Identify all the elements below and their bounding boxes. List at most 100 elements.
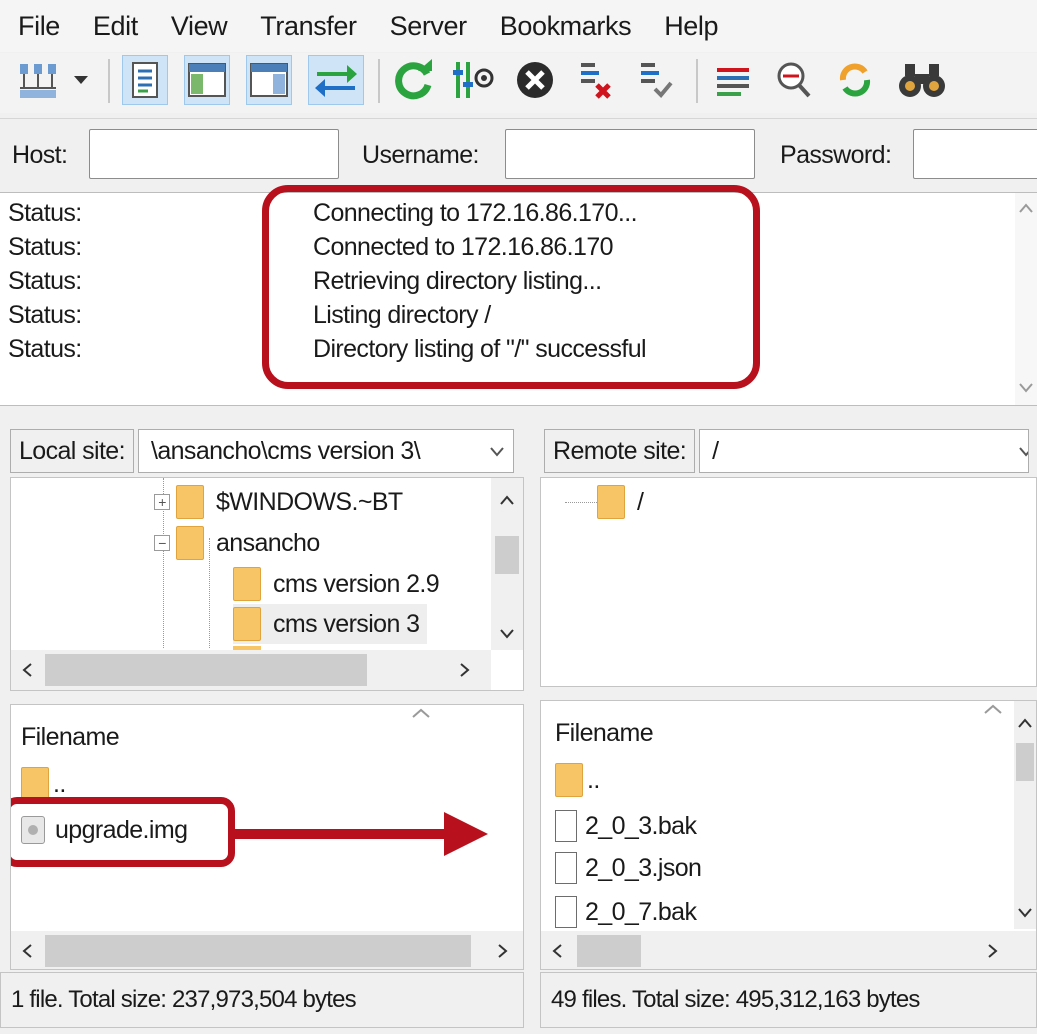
local-status: 1 file. Total size: 237,973,504 bytes (0, 972, 524, 1028)
username-input[interactable] (505, 129, 755, 179)
list-item[interactable]: .. (555, 759, 600, 801)
refresh-icon (395, 59, 432, 100)
file-name: 2_0_7.bak (585, 897, 697, 926)
menu-file[interactable]: File (18, 11, 60, 42)
tree-item-label: ansancho (216, 528, 320, 557)
menu-transfer[interactable]: Transfer (260, 11, 357, 42)
find-binoculars-icon (899, 64, 945, 97)
scroll-down-icon (500, 629, 514, 639)
directory-filter-button[interactable] (710, 55, 756, 105)
list-item[interactable]: 2_0_7.bak (555, 891, 697, 933)
search-files-button[interactable] (770, 55, 816, 105)
site-manager-dropdown[interactable] (66, 55, 96, 105)
host-label: Host: (12, 141, 68, 169)
toggle-local-tree-button[interactable] (184, 55, 230, 105)
expand-icon[interactable]: + (154, 494, 170, 510)
host-input[interactable] (89, 129, 339, 179)
menu-edit[interactable]: Edit (93, 11, 138, 42)
local-tree-hscrollbar[interactable] (11, 650, 491, 690)
tree-item-cms-version-3[interactable]: cms version 3 (233, 604, 428, 644)
filename-column-header[interactable]: Filename (21, 723, 120, 752)
local-path-combobox[interactable]: \ansancho\cms version 3\ (137, 429, 514, 473)
local-directory-tree: + $WINDOWS.~BT − ansancho cms version 2.… (10, 477, 524, 691)
folder-icon (233, 607, 261, 641)
remote-path-value: / (712, 436, 719, 465)
local-tree-vscrollbar[interactable] (491, 478, 523, 650)
scroll-up-icon (1018, 718, 1032, 728)
file-name: .. (53, 769, 66, 798)
scroll-left-icon (22, 944, 32, 958)
file-name: .. (587, 765, 600, 794)
scroll-down-icon (1018, 908, 1032, 918)
toggle-message-log-button[interactable] (122, 55, 168, 105)
tree-item-ansancho[interactable]: − ansancho (154, 523, 320, 563)
menu-view[interactable]: View (171, 11, 228, 42)
cancel-button[interactable] (512, 55, 558, 105)
tree-item-label: $WINDOWS.~BT (216, 487, 403, 516)
menu-help[interactable]: Help (664, 11, 718, 42)
folder-icon (233, 567, 261, 601)
file-name: 2_0_3.json (585, 853, 702, 882)
drag-direction-arrow-icon (232, 812, 488, 856)
username-label: Username: (362, 141, 479, 169)
log-scrollbar[interactable] (1015, 193, 1037, 405)
toggle-transfer-queue-button[interactable] (308, 55, 364, 105)
log-highlight-annotation (262, 185, 760, 389)
chevron-down-icon (1019, 447, 1029, 457)
site-manager-button[interactable] (12, 55, 64, 105)
menu-bookmarks[interactable]: Bookmarks (500, 11, 632, 42)
scroll-right-icon (498, 944, 508, 958)
menu-bar: File Edit View Transfer Server Bookmarks… (0, 0, 1037, 52)
tree-item-root[interactable]: / (597, 482, 644, 522)
list-item[interactable]: 2_0_3.bak (555, 805, 697, 847)
local-tree-toggle-icon (188, 63, 226, 97)
local-path-value: \ansancho\cms version 3\ (150, 436, 421, 465)
filename-column-header[interactable]: Filename (555, 719, 654, 748)
toggle-remote-tree-button[interactable] (246, 55, 292, 105)
scroll-thumb[interactable] (495, 536, 519, 574)
local-list-hscrollbar[interactable] (11, 931, 523, 969)
remote-list-hscrollbar[interactable] (541, 931, 1036, 969)
scroll-thumb[interactable] (1016, 743, 1034, 781)
chevron-down-icon (490, 447, 504, 457)
directory-filter-icon (717, 68, 749, 96)
remote-status: 49 files. Total size: 495,312,163 bytes (540, 972, 1037, 1028)
remote-list-vscrollbar[interactable] (1014, 701, 1036, 929)
dropdown-arrow-icon (74, 76, 88, 84)
local-site-bar: Local site: \ansancho\cms version 3\ (10, 425, 524, 477)
file-icon (555, 852, 577, 884)
message-log: Status: Connecting to 172.16.86.170... S… (0, 185, 1037, 406)
file-icon (555, 810, 577, 842)
file-highlight-annotation (11, 797, 235, 867)
collapse-icon[interactable]: − (154, 535, 170, 551)
tree-item-windows-bt[interactable]: + $WINDOWS.~BT (154, 482, 403, 522)
list-item[interactable]: 2_0_3.json (555, 847, 702, 889)
remote-tree-toggle-icon (250, 63, 288, 97)
scroll-thumb[interactable] (45, 935, 471, 967)
sort-ascending-icon (984, 704, 1002, 714)
tree-item-label: cms version 3 (273, 609, 420, 638)
scroll-thumb[interactable] (45, 654, 367, 686)
disconnect-button[interactable] (572, 55, 618, 105)
tree-item-cms-version-2-9[interactable]: cms version 2.9 (233, 564, 440, 604)
remote-path-combobox[interactable]: / (699, 429, 1030, 473)
reconnect-button[interactable] (632, 55, 678, 105)
refresh-button[interactable] (390, 55, 436, 105)
sync-browsing-button[interactable] (832, 55, 878, 105)
find-button[interactable] (894, 55, 950, 105)
process-queue-button[interactable] (450, 55, 496, 105)
password-input[interactable] (913, 129, 1037, 179)
disconnect-icon (581, 63, 611, 99)
remote-directory-tree: / (540, 477, 1037, 687)
scroll-down-icon (1019, 383, 1033, 393)
message-log-toggle-icon (132, 62, 158, 98)
local-status-text: 1 file. Total size: 237,973,504 bytes (11, 986, 357, 1013)
tree-item-label: cms version 2.9 (273, 569, 440, 598)
scroll-left-icon (552, 944, 562, 958)
menu-server[interactable]: Server (390, 11, 468, 42)
remote-site-label: Remote site: (544, 429, 696, 473)
remote-site-bar: Remote site: / (544, 425, 1037, 477)
scroll-thumb[interactable] (577, 935, 641, 967)
transfer-queue-toggle-icon (315, 65, 357, 97)
quickconnect-bar: Host: Username: Password: (0, 118, 1037, 190)
